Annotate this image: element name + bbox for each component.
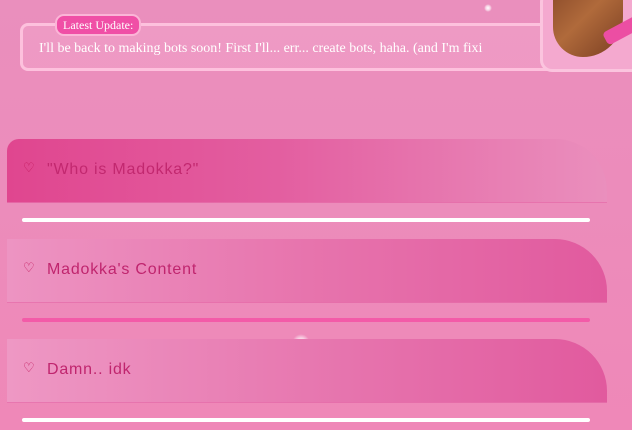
accordion-label: "Who is Madokka?": [47, 161, 200, 178]
accordion-damn-idk[interactable]: ♡ Damn.. idk: [7, 339, 607, 403]
avatar[interactable]: [540, 0, 632, 72]
heart-outline-icon: ♡: [23, 361, 35, 376]
sparkle-decoration: [484, 4, 492, 12]
divider: [22, 318, 590, 322]
divider: [22, 418, 590, 422]
heart-outline-icon: ♡: [23, 261, 35, 276]
divider: [22, 218, 590, 222]
latest-update-badge: Latest Update:: [55, 14, 142, 36]
heart-outline-icon: ♡: [23, 161, 35, 176]
latest-update-text: I'll be back to making bots soon! First …: [39, 41, 483, 56]
accordion-who-is-madokka[interactable]: ♡ "Who is Madokka?": [7, 139, 607, 203]
accordion-madokkas-content[interactable]: ♡ Madokka's Content: [7, 239, 607, 303]
accordion-label: Madokka's Content: [47, 261, 198, 278]
accordion-label: Damn.. idk: [47, 361, 132, 378]
